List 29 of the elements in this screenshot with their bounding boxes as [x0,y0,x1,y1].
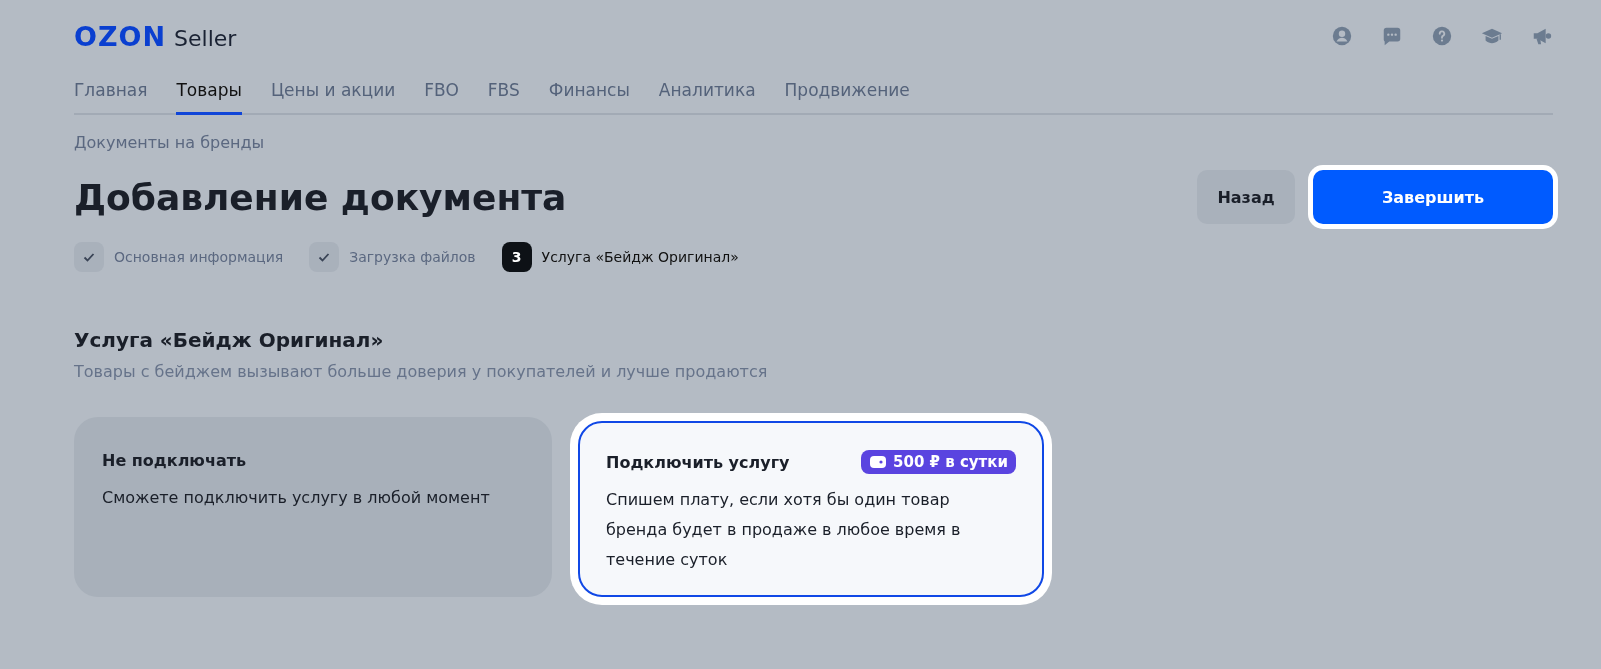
profile-icon[interactable] [1331,25,1353,47]
option-card[interactable]: Не подключать Сможете подключить услугу в любой момент [74,417,552,597]
chat-icon[interactable] [1381,25,1403,47]
option-description: Спишем плату, если хотя бы один товар бренда будет в продаже в любое время в течение суток [606,489,962,571]
step-number: 3 [501,242,532,272]
page-title: Добавление документа [74,176,567,218]
option-title: Не подключать [102,450,247,470]
logo[interactable]: OZON [74,20,167,52]
nav-tab[interactable]: Продвижение [784,72,910,115]
breadcrumb-link[interactable]: Документы на бренды [74,133,265,152]
step-label: Основная информация [114,249,284,265]
step-label: Услуга «Бейдж Оригинал» [541,249,739,265]
nav-tab[interactable]: Цены и акции [270,72,396,115]
section-subtitle: Товары с бейджем вызывают больше доверия у покупателей и лучше продаются [74,362,768,381]
nav-tab[interactable]: Главная [74,72,148,115]
help-icon[interactable] [1431,25,1453,47]
price-badge: 500 ₽ в сутки [861,450,1016,474]
nav-tab[interactable]: FBO [424,72,459,115]
nav-tab[interactable]: Финансы [548,72,630,115]
nav-tab[interactable]: Товары [176,72,242,115]
logo-subtitle: Seller [174,25,237,51]
option-description: Сможете подключить услугу в любой момент [102,487,491,509]
wallet-icon [869,454,888,470]
section-title: Услуга «Бейдж Оригинал» [74,328,385,352]
back-button[interactable]: Назад [1197,170,1295,224]
nav-tab[interactable]: Аналитика [658,72,756,115]
step-label: Загрузка файлов [349,249,476,265]
option-title: Подключить услугу [606,452,790,472]
nav-tab[interactable]: FBS [487,72,520,115]
